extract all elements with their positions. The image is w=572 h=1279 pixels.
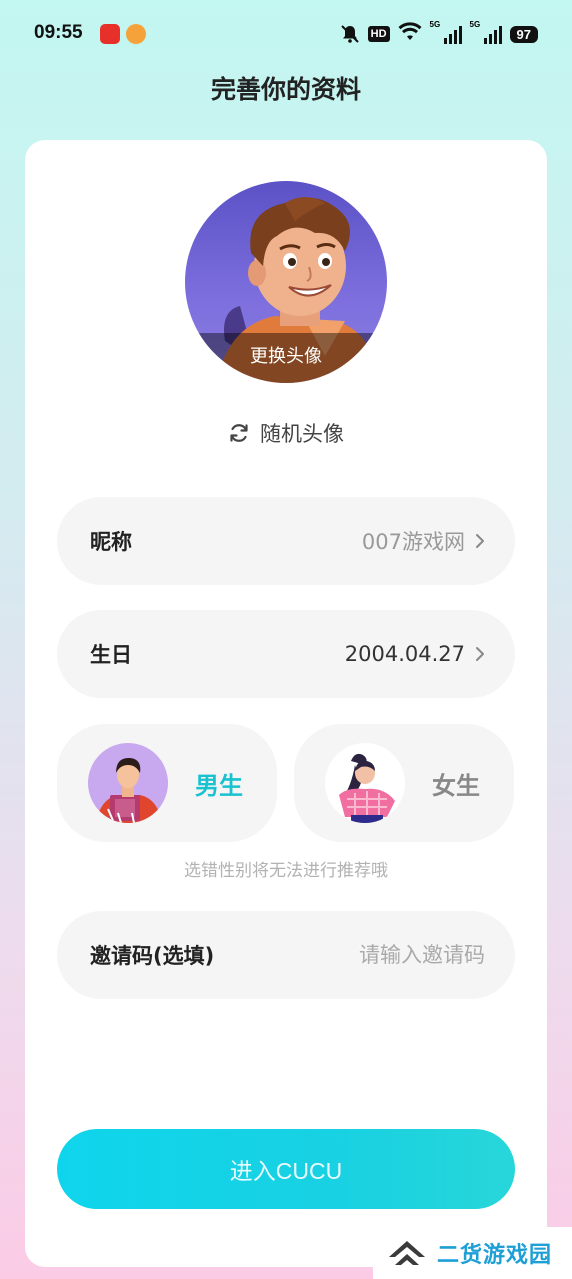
birthday-label: 生日 [90,643,132,667]
hd-voice-icon: HD [367,26,390,42]
profile-card: 更换头像 随机头像 昵称 007游戏网 生日 2004.04.27 男生 女生 … [25,140,547,1267]
nickname-field[interactable]: 昵称 007游戏网 [57,497,515,585]
male-label: 男生 [195,772,243,800]
battery-indicator: 97 [509,25,538,43]
birthday-field[interactable]: 生日 2004.04.27 [57,610,515,698]
chevron-right-icon [475,646,485,662]
food-app-icon [126,24,146,44]
status-bar: 09:55 HD 5G 5G 97 [0,0,572,68]
random-avatar-label: 随机头像 [260,422,344,446]
chevron-right-icon [475,533,485,549]
change-avatar-label[interactable]: 更换头像 [185,333,387,383]
system-icons: HD 5G 5G 97 [340,20,538,46]
signal-icon-1: 5G [430,20,462,44]
status-time: 09:55 [34,22,83,43]
male-avatar [88,743,168,823]
taobao-app-icon [100,24,120,44]
mute-bell-icon [340,24,360,44]
female-label: 女生 [432,772,480,800]
watermark-text: 二货游戏园 [437,1243,553,1268]
birthday-value: 2004.04.27 [344,642,465,666]
enter-button[interactable]: 进入CUCU [57,1129,515,1209]
gender-female-option[interactable]: 女生 [294,724,514,842]
wifi-icon [398,22,422,46]
watermark-logo-icon [385,1235,429,1271]
invite-code-input[interactable] [285,943,485,967]
nickname-label: 昵称 [90,530,132,554]
watermark: 二货游戏园 [373,1227,572,1279]
avatar[interactable]: 更换头像 [185,181,387,383]
female-avatar [325,743,405,823]
signal-icon-2: 5G [470,20,502,44]
refresh-icon [228,422,250,444]
gender-hint: 选错性别将无法进行推荐哦 [184,861,388,881]
invite-code-field[interactable]: 邀请码(选填) [57,911,515,999]
nickname-value: 007游戏网 [361,530,465,554]
gender-male-option[interactable]: 男生 [57,724,277,842]
invite-code-label: 邀请码(选填) [90,944,215,968]
random-avatar-button[interactable]: 随机头像 [25,418,547,448]
page-title: 完善你的资料 [210,75,361,104]
